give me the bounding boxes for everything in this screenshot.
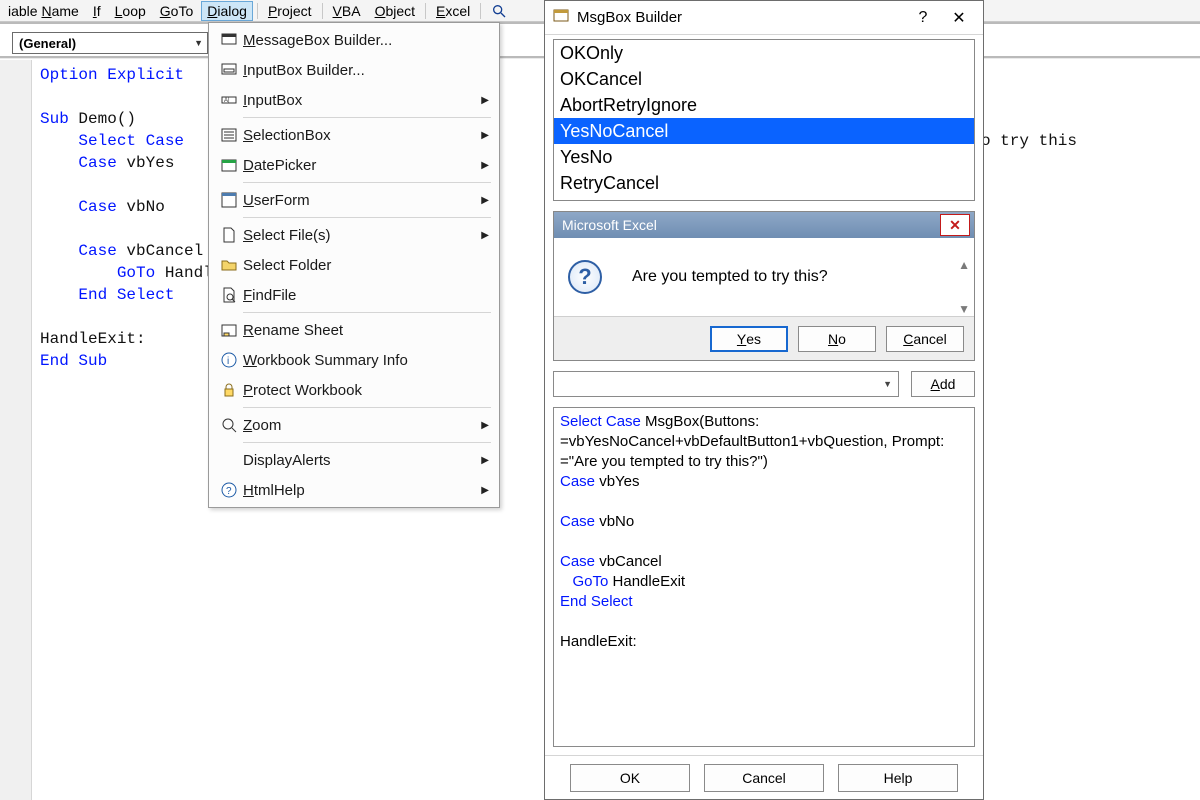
preview-cancel-button[interactable]: Cancel xyxy=(886,326,964,352)
menu-htmlhelp[interactable]: ? HtmlHelp ▶ xyxy=(211,475,497,505)
calendar-icon xyxy=(215,157,243,173)
cancel-button[interactable]: Cancel xyxy=(704,764,824,792)
lock-icon xyxy=(215,382,243,398)
menu-item-object[interactable]: Object xyxy=(369,1,421,21)
code-gutter xyxy=(0,60,32,800)
menu-workbook-summary[interactable]: i Workbook Summary Info xyxy=(211,345,497,375)
menu-item-loop[interactable]: Loop xyxy=(109,1,152,21)
ok-button[interactable]: OK xyxy=(570,764,690,792)
form-icon xyxy=(215,192,243,208)
app-icon xyxy=(553,8,569,27)
menu-item-goto[interactable]: GoTo xyxy=(154,1,199,21)
chevron-right-icon: ▶ xyxy=(481,130,489,141)
chevron-right-icon: ▶ xyxy=(481,420,489,431)
chevron-right-icon: ▶ xyxy=(481,230,489,241)
chevron-right-icon: ▶ xyxy=(481,160,489,171)
svg-text:A|: A| xyxy=(224,98,230,104)
preview-title-text: Microsoft Excel xyxy=(562,217,657,233)
dialog-titlebar[interactable]: MsgBox Builder ? ✕ xyxy=(545,1,983,35)
buttons-listbox[interactable]: OKOnly OKCancel AbortRetryIgnore YesNoCa… xyxy=(553,39,975,201)
menu-item-project[interactable]: Project xyxy=(262,1,318,21)
rename-sheet-icon xyxy=(215,322,243,338)
menu-select-folder[interactable]: Select Folder xyxy=(211,250,497,280)
preview-titlebar: Microsoft Excel ✕ xyxy=(554,212,974,238)
menu-userform[interactable]: UserForm ▶ xyxy=(211,185,497,215)
preview-no-button[interactable]: No xyxy=(798,326,876,352)
list-item-selected[interactable]: YesNoCancel xyxy=(554,118,974,144)
msgbox-builder-dialog: MsgBox Builder ? ✕ OKOnly OKCancel Abort… xyxy=(544,0,984,800)
chevron-right-icon: ▶ xyxy=(481,95,489,106)
preview-yes-button[interactable]: Yes xyxy=(710,326,788,352)
menu-display-alerts[interactable]: DisplayAlerts ▶ xyxy=(211,445,497,475)
list-item[interactable]: OKOnly xyxy=(554,40,974,66)
list-item[interactable]: OKCancel xyxy=(554,66,974,92)
menu-protect-workbook[interactable]: Protect Workbook xyxy=(211,375,497,405)
search-icon[interactable] xyxy=(489,2,509,20)
preview-close-button[interactable]: ✕ xyxy=(940,214,970,236)
help-button[interactable]: ? xyxy=(905,4,941,32)
menu-item-if[interactable]: If xyxy=(87,1,107,21)
menu-item-excel[interactable]: Excel xyxy=(430,1,476,21)
file-icon xyxy=(215,227,243,243)
menu-item-vba[interactable]: VBA xyxy=(327,1,367,21)
menu-zoom[interactable]: Zoom ▶ xyxy=(211,410,497,440)
svg-text:?: ? xyxy=(226,486,232,497)
msgbox-preview: Microsoft Excel ✕ ? Are you tempted to t… xyxy=(553,211,975,361)
chevron-right-icon: ▶ xyxy=(481,485,489,496)
close-button[interactable]: ✕ xyxy=(941,4,977,32)
find-file-icon xyxy=(215,287,243,303)
dialog-title: MsgBox Builder xyxy=(577,9,905,26)
input-builder-icon xyxy=(215,62,243,78)
add-button[interactable]: Add xyxy=(911,371,975,397)
chevron-right-icon: ▶ xyxy=(481,455,489,466)
menu-item-dialog[interactable]: Dialog xyxy=(201,1,253,21)
object-dropdown[interactable]: (General)▼ xyxy=(12,32,208,54)
selectbox-icon xyxy=(215,127,243,143)
svg-text:i: i xyxy=(227,356,229,367)
textfield-icon: A| xyxy=(215,92,243,108)
chevron-right-icon: ▶ xyxy=(481,195,489,206)
menu-inputbox-builder[interactable]: InputBox Builder... xyxy=(211,55,497,85)
menu-item-variable-name[interactable]: iable Name xyxy=(2,1,85,21)
menu-rename-sheet[interactable]: Rename Sheet xyxy=(211,315,497,345)
info-icon: i xyxy=(215,352,243,368)
extra-option-dropdown[interactable]: ▼ xyxy=(553,371,899,397)
menu-messagebox-builder[interactable]: MessageBox Builder... xyxy=(211,25,497,55)
help-button[interactable]: Help xyxy=(838,764,958,792)
list-item[interactable]: RetryCancel xyxy=(554,170,974,196)
menu-datepicker[interactable]: DatePicker ▶ xyxy=(211,150,497,180)
dialog-icon xyxy=(215,32,243,48)
zoom-icon xyxy=(215,417,243,433)
menu-select-files[interactable]: Select File(s) ▶ xyxy=(211,220,497,250)
menu-findfile[interactable]: FindFile xyxy=(211,280,497,310)
preview-message: Are you tempted to try this? xyxy=(632,268,828,286)
list-item[interactable]: YesNo xyxy=(554,144,974,170)
menu-inputbox[interactable]: A| InputBox ▶ xyxy=(211,85,497,115)
menu-selectionbox[interactable]: SelectionBox ▶ xyxy=(211,120,497,150)
question-icon: ? xyxy=(568,260,602,294)
dialog-menu: MessageBox Builder... InputBox Builder..… xyxy=(208,22,500,508)
folder-icon xyxy=(215,257,243,273)
preview-scroll[interactable]: ▲▼ xyxy=(958,258,970,316)
list-item[interactable]: AbortRetryIgnore xyxy=(554,92,974,118)
help-icon: ? xyxy=(215,482,243,498)
code-preview[interactable]: Select Case MsgBox(Buttons: =vbYesNoCanc… xyxy=(553,407,975,747)
